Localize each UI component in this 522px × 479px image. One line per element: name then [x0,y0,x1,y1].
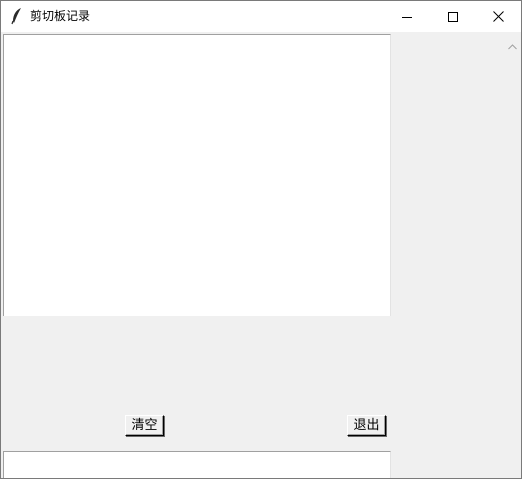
close-icon [492,11,504,22]
bottom-text-area[interactable] [3,451,391,478]
maximize-icon [448,11,458,22]
vertical-scrollbar[interactable] [504,32,521,478]
window-title: 剪切板记录 [30,9,91,23]
minimize-icon [402,12,412,22]
exit-button[interactable]: 退出 [347,415,386,436]
title-bar[interactable]: 剪切板记录 [1,1,521,32]
close-button[interactable] [475,1,521,32]
scroll-up-arrow-icon[interactable] [508,35,517,54]
feather-icon [10,7,24,25]
minimize-button[interactable] [384,1,430,32]
clear-button[interactable]: 清空 [125,415,164,436]
clipboard-history-text-area[interactable] [3,34,391,316]
app-window: 剪切板记录 清空 退出 [0,0,522,479]
maximize-button[interactable] [430,1,476,32]
